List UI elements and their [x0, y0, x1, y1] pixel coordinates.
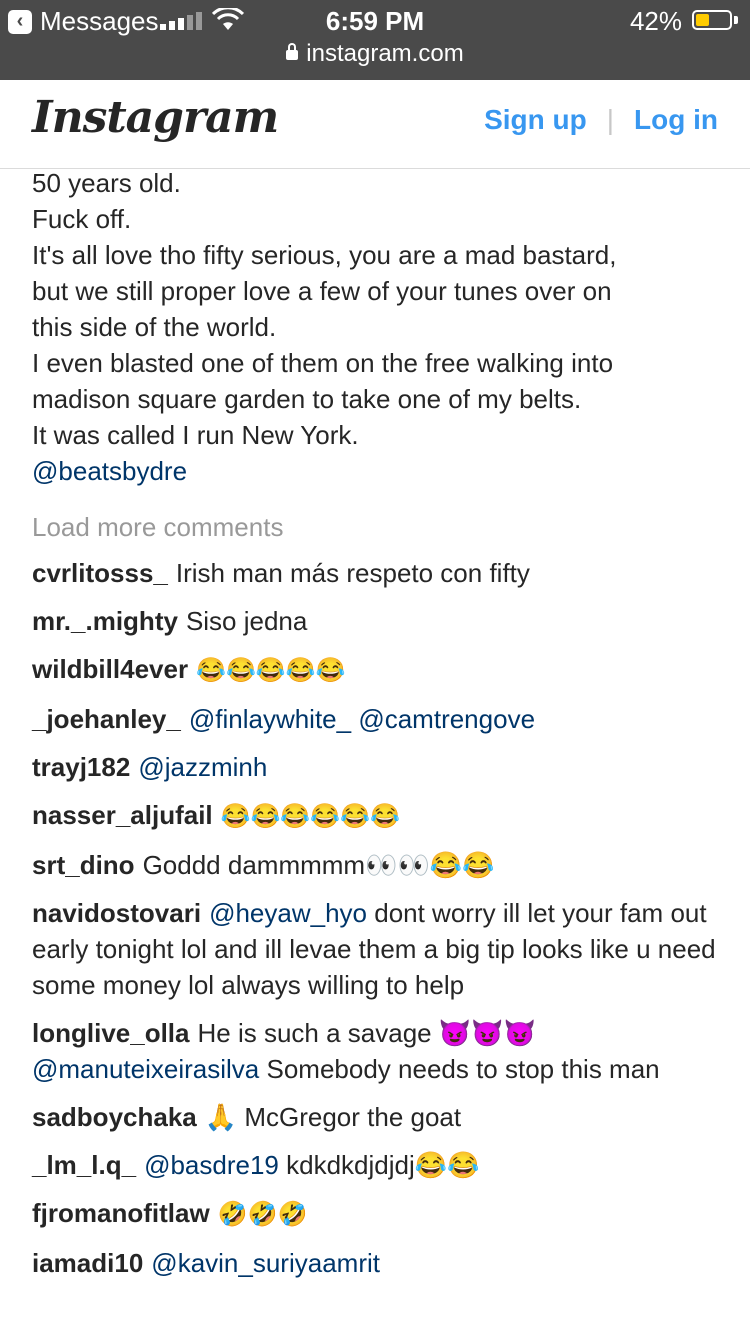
divider: |	[606, 104, 615, 135]
comment-text: Goddd dammmmm👀👀😂😂	[142, 850, 495, 880]
comment-username[interactable]: nasser_aljufail	[32, 800, 213, 830]
caption-line: madison square garden to take one of my …	[32, 384, 582, 414]
comment-mention[interactable]: @jazzminh	[138, 752, 267, 782]
comment-mention[interactable]: @finlaywhite_ @camtrengove	[189, 704, 535, 734]
caption-line: Fuck off.	[32, 204, 132, 234]
battery-icon	[692, 10, 732, 30]
comment: trayj182 @jazzminh	[32, 749, 722, 785]
comment-username[interactable]: _lm_l.q_	[32, 1150, 136, 1180]
comment-text: kdkdkdjdjdj😂😂	[286, 1150, 480, 1180]
instagram-logo[interactable]: Instagram	[32, 92, 279, 143]
caption-mention[interactable]: @beatsbydre	[32, 453, 722, 489]
comment: sadboychaka 🙏 McGregor the goat	[32, 1099, 722, 1135]
comment: longlive_olla He is such a savage 😈😈😈	[32, 1015, 722, 1051]
lock-icon	[286, 43, 299, 60]
comment-text: 🙏 McGregor the goat	[204, 1102, 462, 1132]
caption-line: It's all love tho fifty serious, you are…	[32, 240, 617, 270]
comment: nasser_aljufail 😂😂😂😂😂😂	[32, 797, 722, 835]
comment-text: 😂😂😂😂😂	[196, 657, 346, 684]
comment-list: cvrlitosss_ Irish man más respeto con fif…	[32, 555, 722, 1281]
caption-line: I even blasted one of them on the free w…	[32, 348, 614, 378]
post-comments: 50 years old. Fuck off. It's all love th…	[32, 165, 722, 1293]
comment: navidostovari @heyaw_hyo dont worry ill l…	[32, 895, 722, 1003]
comment-username[interactable]: srt_dino	[32, 850, 135, 880]
comment-username[interactable]: fjromanofitlaw	[32, 1198, 210, 1228]
comment-mention[interactable]: @basdre19	[144, 1150, 279, 1180]
comment-username[interactable]: longlive_olla	[32, 1018, 190, 1048]
comment-mention[interactable]: @kavin_suriyaamrit	[151, 1248, 380, 1278]
comment-mention[interactable]: @manuteixeirasilva	[32, 1054, 259, 1084]
comment-username[interactable]: navidostovari	[32, 898, 201, 928]
comment-username[interactable]: _joehanley_	[32, 704, 181, 734]
caption-line: but we still proper love a few of your t…	[32, 276, 612, 306]
comment: wildbill4ever 😂😂😂😂😂	[32, 651, 722, 689]
instagram-header: Instagram Sign up | Log in	[0, 80, 750, 169]
comment-text: Somebody needs to stop this man	[266, 1054, 660, 1084]
comment-text: Irish man más respeto con fifty	[175, 558, 530, 588]
login-link[interactable]: Log in	[634, 104, 718, 135]
comment-text: He is such a savage 😈😈😈	[197, 1018, 536, 1048]
comment-username[interactable]: sadboychaka	[32, 1102, 197, 1132]
comment: _joehanley_ @finlaywhite_ @camtrengove	[32, 701, 722, 737]
auth-links: Sign up | Log in	[484, 104, 718, 136]
comment-username[interactable]: mr._.mighty	[32, 606, 178, 636]
comment-text: 😂😂😂😂😂😂	[220, 803, 400, 830]
caption-line: this side of the world.	[32, 312, 277, 342]
comment-username[interactable]: iamadi10	[32, 1248, 143, 1278]
comment: mr._.mighty Siso jedna	[32, 603, 722, 639]
comment-username[interactable]: trayj182	[32, 752, 130, 782]
status-bar: ‹ Messages 6:59 PM 42% instagram.com	[0, 0, 750, 80]
url-bar[interactable]: instagram.com	[0, 40, 750, 68]
comment: fjromanofitlaw 🤣🤣🤣	[32, 1195, 722, 1233]
caption-line: It was called I run New York.	[32, 420, 359, 450]
comment: _lm_l.q_ @basdre19 kdkdkdjdjdj😂😂	[32, 1147, 722, 1183]
battery-nub	[734, 16, 738, 24]
comment: iamadi10 @kavin_suriyaamrit	[32, 1245, 722, 1281]
url-text: instagram.com	[306, 40, 464, 67]
load-more-comments[interactable]: Load more comments	[32, 503, 722, 551]
comment-username[interactable]: cvrlitosss_	[32, 558, 168, 588]
battery-percent: 42%	[629, 6, 682, 36]
caption: 50 years old. Fuck off. It's all love th…	[32, 165, 722, 489]
comment: cvrlitosss_ Irish man más respeto con fif…	[32, 555, 722, 591]
comment-text: Siso jedna	[185, 606, 308, 636]
comment: srt_dino Goddd dammmmm👀👀😂😂	[32, 847, 722, 883]
battery-fill	[696, 14, 709, 26]
caption-line: 50 years old.	[32, 168, 181, 198]
comment-username[interactable]: wildbill4ever	[32, 654, 188, 684]
comment-text: 🤣🤣🤣	[217, 1201, 308, 1228]
comment-mention[interactable]: @heyaw_hyo	[209, 898, 367, 928]
comment-continued: @manuteixeirasilva Somebody needs to sto…	[32, 1051, 722, 1087]
signup-link[interactable]: Sign up	[484, 104, 587, 135]
